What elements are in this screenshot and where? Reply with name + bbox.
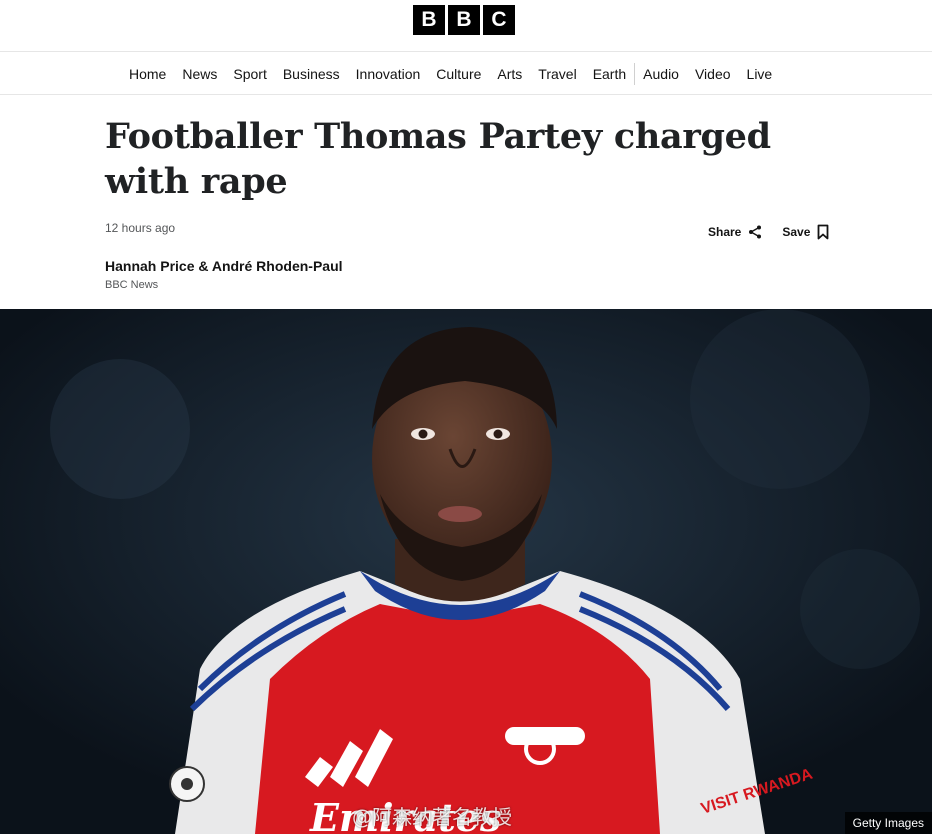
image-credit: Getty Images (844, 812, 932, 834)
nav-item-arts[interactable]: Arts (489, 66, 530, 82)
article-actions: Share Save (708, 224, 829, 240)
nav-item-news[interactable]: News (174, 66, 225, 82)
byline-authors: Hannah Price & André Rhoden-Paul (105, 258, 343, 274)
share-icon (748, 225, 762, 239)
nav-item-sport[interactable]: Sport (225, 66, 274, 82)
main-nav: Home News Sport Business Innovation Cult… (0, 52, 932, 95)
share-label: Share (708, 225, 742, 239)
save-label: Save (782, 225, 811, 239)
nav-item-earth[interactable]: Earth (585, 66, 634, 82)
nav-item-live[interactable]: Live (739, 66, 781, 82)
byline-organisation: BBC News (105, 279, 159, 291)
logo-letter: C (483, 5, 515, 35)
logo-letter: B (448, 5, 480, 35)
nav-item-business[interactable]: Business (275, 66, 348, 82)
bbc-logo[interactable]: B B C (413, 5, 515, 35)
bookmark-icon (817, 224, 829, 240)
save-button[interactable]: Save (782, 224, 829, 240)
nav-item-video[interactable]: Video (687, 66, 739, 82)
nav-item-home[interactable]: Home (121, 66, 174, 82)
article-timestamp: 12 hours ago (105, 221, 176, 235)
logo-letter: B (413, 5, 445, 35)
article-headline: Footballer Thomas Partey charged with ra… (105, 116, 771, 202)
nav-item-audio[interactable]: Audio (635, 66, 687, 82)
share-button[interactable]: Share (708, 225, 762, 239)
weibo-watermark: @阿森纳著名教授 (352, 805, 512, 829)
hero-image: Emirates VISIT RWANDA @阿森纳著名教授 Getty Ima… (0, 309, 932, 834)
nav-item-travel[interactable]: Travel (530, 66, 584, 82)
masthead: B B C (0, 0, 932, 52)
nav-list: Home News Sport Business Innovation Cult… (121, 52, 780, 95)
nav-item-culture[interactable]: Culture (428, 66, 489, 82)
nav-item-innovation[interactable]: Innovation (348, 66, 429, 82)
player-illustration: Emirates VISIT RWANDA (0, 309, 932, 834)
